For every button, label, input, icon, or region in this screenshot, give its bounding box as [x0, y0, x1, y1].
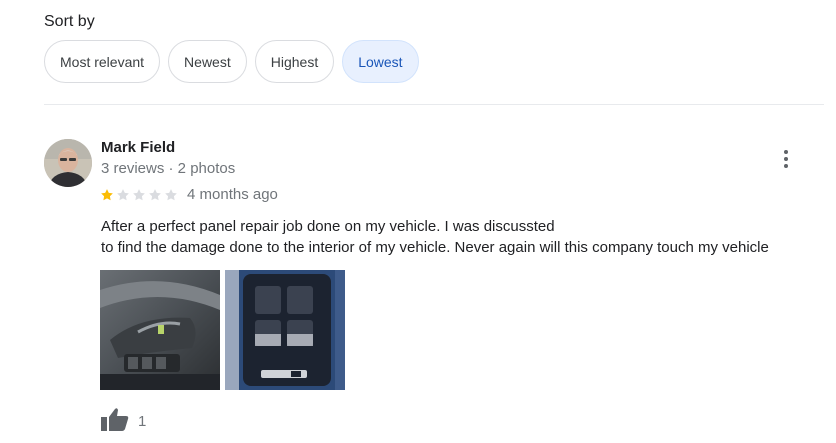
star-empty-icon	[117, 188, 129, 200]
review-text-line: After a perfect panel repair job done on…	[101, 218, 555, 235]
review-date: 4 months ago	[187, 186, 278, 203]
like-count: 1	[138, 413, 147, 430]
review-photos	[100, 270, 345, 390]
rating-row: 4 months ago	[100, 186, 278, 203]
door-interior-photo[interactable]	[100, 270, 220, 390]
sort-lowest-chip[interactable]: Lowest	[342, 40, 419, 83]
sort-newest-chip[interactable]: Newest	[168, 40, 247, 83]
more-options-icon[interactable]	[778, 148, 794, 170]
star-rating	[100, 188, 178, 202]
sort-most-relevant-chip[interactable]: Most relevant	[44, 40, 161, 83]
thumbs-up-icon[interactable]	[101, 407, 129, 436]
reviewer-avatar[interactable]	[44, 139, 92, 187]
star-filled-icon	[101, 188, 113, 200]
sort-options: Most relevant Newest Highest Lowest	[44, 40, 419, 83]
star-empty-icon	[165, 188, 177, 200]
window-switch-panel-photo[interactable]	[225, 270, 345, 390]
like-row: 1	[101, 407, 146, 436]
reviewer-name[interactable]: Mark Field	[101, 139, 175, 156]
star-empty-icon	[149, 188, 161, 200]
sort-by-label: Sort by	[44, 13, 95, 30]
reviewer-meta: 3 reviews · 2 photos	[101, 160, 236, 177]
divider	[44, 104, 824, 105]
review-text: After a perfect panel repair job done on…	[101, 216, 769, 258]
review-text-line: to find the damage done to the interior …	[101, 239, 769, 256]
star-empty-icon	[133, 188, 145, 200]
sort-highest-chip[interactable]: Highest	[254, 40, 335, 83]
